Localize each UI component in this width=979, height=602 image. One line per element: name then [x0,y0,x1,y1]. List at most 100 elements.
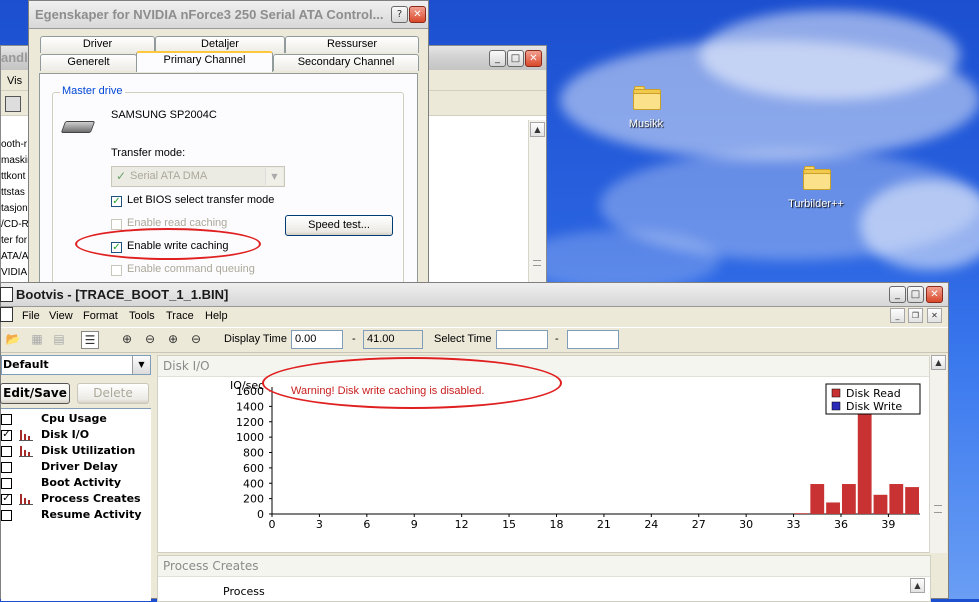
chevron-down-icon: ▼ [265,168,283,185]
menu-tools[interactable]: Tools [129,310,155,322]
maximize-icon[interactable]: □ [907,286,924,303]
tree-item[interactable]: ttkont [1,171,25,182]
zoom-out-icon[interactable]: ⊖ [142,331,158,347]
hard-drive-icon [60,119,96,133]
graph-list-label: Process Creates [41,492,141,505]
bar [810,484,825,514]
tab-primary-channel[interactable]: Primary Channel [136,51,273,72]
graph-list-label: Cpu Usage [41,412,107,425]
write-caching-highlight [75,228,261,260]
graph-checkbox[interactable] [1,510,12,521]
maximize-icon[interactable]: □ [507,50,524,67]
menu-format[interactable]: Format [83,310,118,322]
properties-icon[interactable] [5,96,21,112]
tree-item[interactable]: VIDIA [1,267,27,278]
graph-list-item[interactable]: Boot Activity [1,476,149,491]
bar-chart-icon [19,446,33,457]
display-time-from-input[interactable]: 0.00 [291,330,343,349]
tree-item[interactable]: tasjon [1,203,28,214]
tree-item[interactable]: /CD-R [1,219,29,230]
scrollbar[interactable]: ▲ [929,355,947,553]
transfer-mode-label: Transfer mode: [111,147,186,159]
process-creates-header: Process Creates [163,559,259,573]
x-tick-label: 12 [455,518,469,531]
legend-swatch [831,388,841,398]
tab-secondary-channel[interactable]: Secondary Channel [273,54,419,71]
graph-checkbox[interactable] [1,446,12,457]
tree-item[interactable]: ooth-r [1,139,27,150]
graph-list-item[interactable]: Cpu Usage [1,412,149,427]
graph-list-item[interactable]: Driver Delay [1,460,149,475]
bios-select-checkbox[interactable]: ✓ [111,196,122,207]
graph-checkbox[interactable]: ✓ [1,494,12,505]
list-view-icon[interactable]: ☰ [81,331,99,349]
print-icon: ▦ [31,332,43,346]
scroll-up-icon[interactable]: ▲ [931,355,946,370]
graph-list-item[interactable]: Disk Utilization [1,444,149,459]
tab-general[interactable]: Generelt [40,54,137,71]
preset-select[interactable]: Default ▼ [1,355,151,375]
scroll-up-icon[interactable]: ▲ [910,578,925,593]
chevron-down-icon[interactable]: ▼ [132,356,150,374]
graph-checkbox[interactable] [1,462,12,473]
folder-icon[interactable] [803,166,831,190]
process-column-header: Process [223,585,265,598]
process-creates-panel: Process Creates Process ▲ [157,555,931,602]
master-drive-group: Master drive SAMSUNG SP2004C Transfer mo… [52,85,404,294]
minimize-icon[interactable]: _ [489,50,506,67]
menu-view[interactable]: View [49,310,73,322]
mdi-restore-icon[interactable]: ❐ [908,308,923,323]
scroll-grip [533,260,541,266]
scrollbar[interactable]: ▲ [528,120,546,282]
warning-highlight [262,357,562,409]
menu-trace[interactable]: Trace [166,310,194,322]
close-icon[interactable]: ✕ [926,286,943,303]
properties-dialog: Egenskaper for NVIDIA nForce3 250 Serial… [28,0,429,294]
graph-list-item[interactable]: ✓ Process Creates [1,492,149,507]
mdi-minimize-icon[interactable]: _ [890,308,905,323]
bar-chart-icon [19,494,33,505]
close-icon[interactable]: ✕ [525,50,542,67]
app-icon [0,287,13,302]
desktop-icon-musikk[interactable]: Musikk [616,118,676,130]
tree-item[interactable]: ttstas [1,187,25,198]
graph-list-item[interactable]: Resume Activity [1,508,149,523]
graph-list-label: Disk I/O [41,428,90,441]
edit-save-button[interactable]: Edit/Save [0,383,70,404]
zoom-in-alt-icon[interactable]: ⊕ [165,331,181,347]
graph-list-label: Disk Utilization [41,444,136,457]
bar [794,513,809,514]
desktop-icon-turbilder[interactable]: Turbilder++ [776,198,856,210]
tree-item[interactable]: ter for [1,235,27,246]
menu-file[interactable]: File [22,310,40,322]
minimize-icon[interactable]: _ [889,286,906,303]
select-time-from-input[interactable] [496,330,548,349]
graph-list: Cpu Usage ✓ Disk I/O Disk Utilization Driver… [1,408,151,601]
preset-value: Default [3,358,49,371]
select-time-dash: - [555,333,559,345]
graph-checkbox[interactable]: ✓ [1,430,12,441]
select-time-to-input[interactable] [567,330,619,349]
y-tick-label: 0 [257,508,264,521]
menu-help[interactable]: Help [205,310,228,322]
x-tick-label: 39 [881,518,895,531]
speed-test-button[interactable]: Speed test... [285,215,393,236]
y-tick-label: 1600 [236,385,264,398]
legend-label: Disk Write [846,400,902,413]
mdi-close-icon[interactable]: ✕ [927,308,942,323]
help-icon[interactable]: ? [391,6,408,23]
graph-checkbox[interactable] [1,478,12,489]
window-title: Bootvis - [TRACE_BOOT_1_1.BIN] [16,287,229,302]
menu-vis[interactable]: Vis [7,75,22,87]
zoom-in-icon[interactable]: ⊕ [119,331,135,347]
folder-icon[interactable] [633,86,661,110]
close-icon[interactable]: ✕ [409,6,426,23]
graph-list-item[interactable]: ✓ Disk I/O [1,428,149,443]
scroll-up-icon[interactable]: ▲ [530,122,545,137]
open-icon[interactable]: 📂 [5,331,21,347]
zoom-reset-icon[interactable]: ⊖ [188,331,204,347]
bar-chart-icon [19,430,33,441]
x-tick-label: 27 [692,518,706,531]
graph-checkbox[interactable] [1,414,12,425]
tab-resources[interactable]: Ressurser [285,36,419,53]
